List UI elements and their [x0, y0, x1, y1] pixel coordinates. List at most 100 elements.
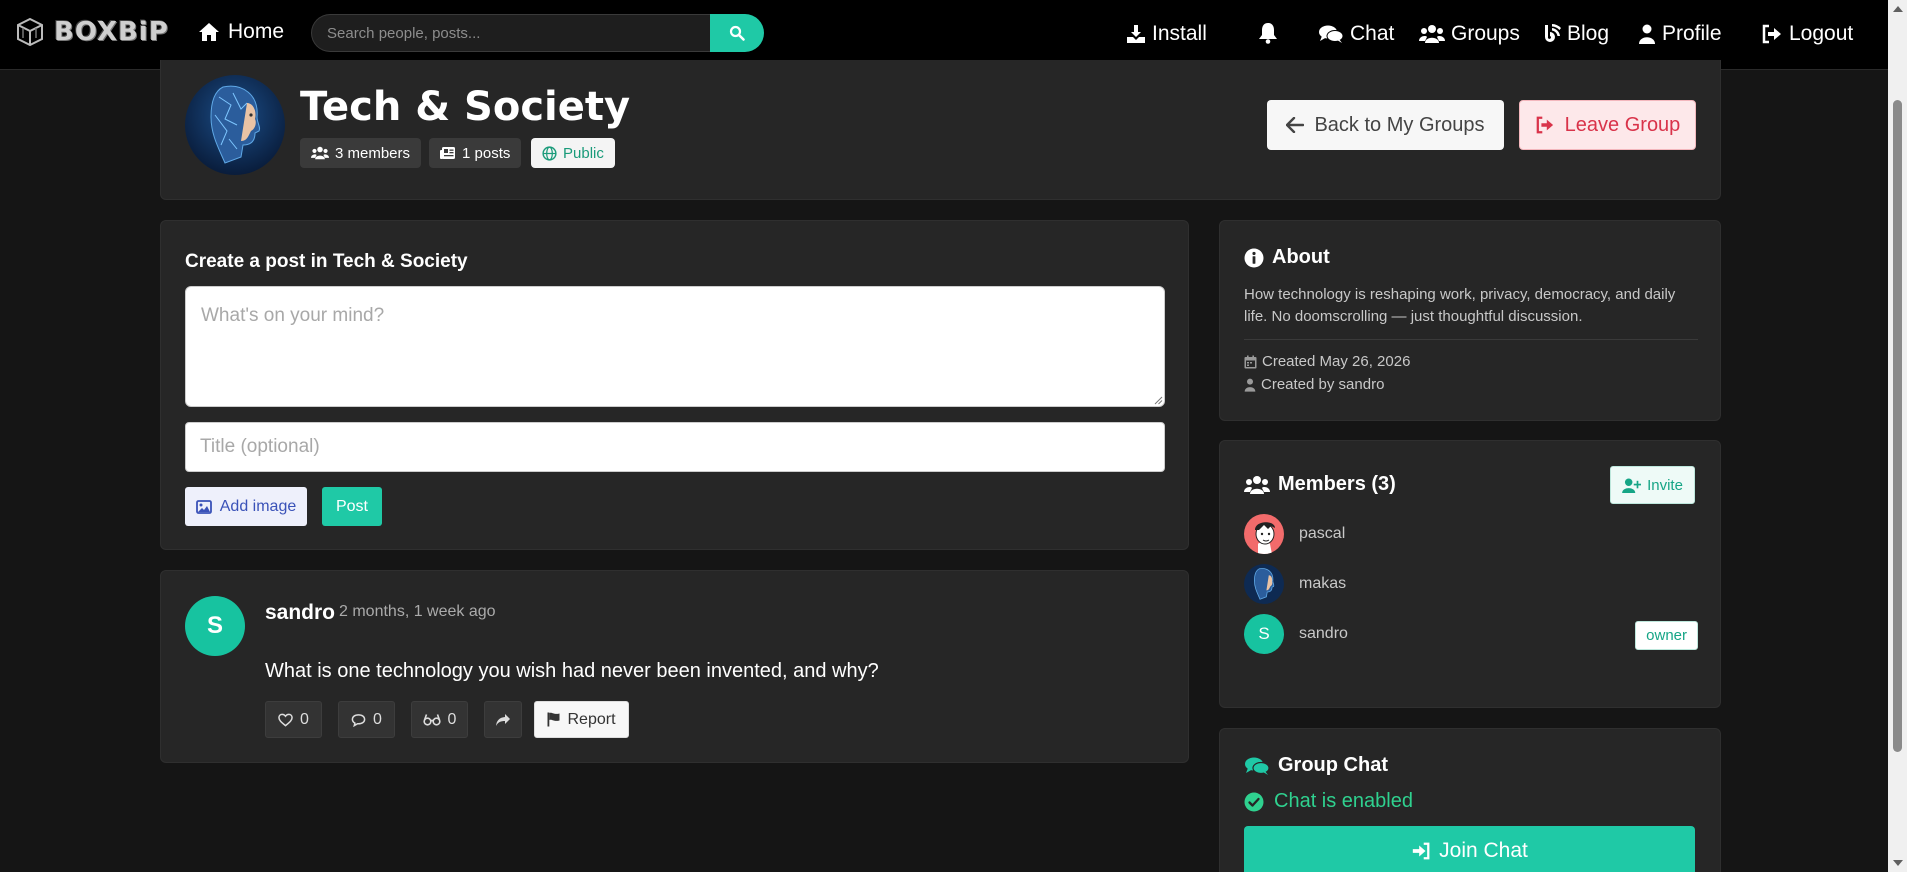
group-avatar: [185, 75, 285, 175]
join-chat-button[interactable]: Join Chat: [1244, 826, 1695, 872]
users-icon: [1419, 25, 1445, 43]
post-title-input[interactable]: [185, 422, 1165, 472]
members-title: Members (3): [1278, 473, 1396, 495]
search-button[interactable]: [710, 14, 764, 52]
nav-install[interactable]: Install: [1126, 22, 1207, 46]
image-icon: [195, 499, 212, 514]
member-name: makas: [1299, 575, 1347, 592]
invite-button[interactable]: Invite: [1610, 466, 1695, 504]
group-header: Tech & Society 3 members 1 posts Public …: [160, 60, 1721, 200]
members-count-label: 3 members: [335, 144, 411, 162]
chat-bubbles-icon: [1319, 25, 1344, 43]
add-image-button[interactable]: Add image: [185, 487, 307, 526]
comment-button[interactable]: 0: [338, 701, 395, 738]
about-card: About How technology is reshaping work, …: [1219, 220, 1721, 421]
like-button[interactable]: 0: [265, 701, 322, 738]
visibility-label: Public: [563, 144, 604, 162]
nav-notifications[interactable]: [1257, 22, 1279, 44]
logout-icon: [1762, 24, 1781, 44]
about-divider: [1244, 339, 1698, 340]
like-count: 0: [300, 710, 309, 728]
post-author-avatar[interactable]: S: [185, 596, 245, 656]
brand-name: BOXBiP: [54, 17, 169, 47]
search-input[interactable]: [311, 14, 710, 52]
nav-profile-label: Profile: [1662, 22, 1722, 45]
nav-groups-label: Groups: [1451, 22, 1520, 45]
report-button[interactable]: Report: [534, 701, 629, 738]
nav-home-label: Home: [228, 20, 285, 43]
newspaper-icon: [440, 147, 455, 159]
scroll-up-arrow-icon[interactable]: [1893, 6, 1903, 12]
share-icon: [496, 713, 510, 726]
nav-logout-label: Logout: [1789, 22, 1854, 45]
chat-status: Chat is enabled: [1244, 790, 1413, 813]
comment-icon: [351, 713, 366, 727]
scrollbar-thumb[interactable]: [1893, 100, 1902, 752]
back-to-groups-button[interactable]: Back to My Groups: [1267, 100, 1504, 150]
share-button[interactable]: [484, 701, 522, 738]
owner-badge: owner: [1635, 621, 1698, 650]
group-title: Tech & Society: [300, 84, 631, 130]
create-post-card: Create a post in Tech & Society Add imag…: [160, 220, 1189, 550]
member-row[interactable]: makas: [1244, 564, 1698, 604]
post-body-textarea[interactable]: [185, 286, 1165, 407]
page-scrollbar[interactable]: [1888, 0, 1907, 872]
members-count-chip: 3 members: [300, 138, 422, 168]
sign-out-icon: [1536, 116, 1553, 134]
users-icon: [1244, 475, 1270, 494]
nav-install-label: Install: [1152, 22, 1207, 45]
avatar: [1244, 514, 1284, 554]
check-circle-icon: [1244, 792, 1264, 811]
users-icon: [311, 146, 329, 160]
globe-icon: [542, 145, 557, 161]
nav-profile[interactable]: Profile: [1638, 22, 1722, 46]
post-text: What is one technology you wish had neve…: [265, 660, 879, 682]
scroll-down-arrow-icon[interactable]: [1893, 860, 1903, 866]
about-description: How technology is reshaping work, privac…: [1244, 286, 1676, 325]
arrow-left-icon: [1286, 117, 1305, 133]
chat-status-label: Chat is enabled: [1274, 790, 1413, 812]
sign-in-icon: [1412, 842, 1430, 860]
nav-chat[interactable]: Chat: [1318, 22, 1394, 46]
post-timestamp: 2 months, 1 week ago: [339, 603, 496, 620]
invite-label: Invite: [1647, 476, 1683, 494]
created-by: Created by sandro: [1244, 376, 1384, 393]
brand-logo[interactable]: BOXBiP: [14, 16, 169, 48]
about-title: About: [1272, 246, 1330, 268]
nav-home[interactable]: Home: [198, 20, 284, 44]
visibility-chip: Public: [531, 138, 615, 168]
member-name: pascal: [1299, 525, 1346, 542]
member-row[interactable]: pascal: [1244, 514, 1698, 554]
flag-icon: [547, 712, 560, 727]
info-circle-icon: [1244, 248, 1264, 267]
comment-count: 0: [373, 710, 382, 728]
leave-group-label: Leave Group: [1564, 113, 1681, 136]
add-image-label: Add image: [219, 497, 297, 515]
blog-icon: [1545, 24, 1561, 42]
resize-handle-icon[interactable]: [1154, 396, 1163, 405]
ai-head-image: [185, 75, 285, 175]
nav-groups[interactable]: Groups: [1419, 22, 1520, 46]
nav-blog-label: Blog: [1567, 22, 1610, 45]
member-row[interactable]: S sandro owner: [1244, 614, 1698, 654]
report-label: Report: [567, 710, 616, 728]
post-submit-button[interactable]: Post: [322, 487, 382, 526]
nav-logout[interactable]: Logout: [1761, 22, 1853, 46]
member-name: sandro: [1299, 625, 1348, 642]
back-to-groups-label: Back to My Groups: [1314, 113, 1485, 136]
about-heading: About: [1244, 246, 1330, 269]
ai-head-image: [1244, 564, 1284, 604]
nav-blog[interactable]: Blog: [1543, 22, 1609, 46]
download-icon: [1127, 25, 1145, 43]
home-icon: [199, 23, 219, 41]
created-by-label: Created by sandro: [1261, 376, 1385, 393]
heart-icon: [278, 713, 293, 727]
user-plus-icon: [1622, 477, 1642, 493]
post-author-name[interactable]: sandro: [265, 601, 335, 625]
leave-group-button[interactable]: Leave Group: [1519, 100, 1696, 150]
views-count: 0: [447, 710, 457, 728]
avatar: S: [1244, 614, 1284, 654]
views-button[interactable]: 0: [411, 701, 468, 738]
cube-logo-icon: [17, 17, 43, 47]
group-chat-title: Group Chat: [1278, 754, 1388, 776]
